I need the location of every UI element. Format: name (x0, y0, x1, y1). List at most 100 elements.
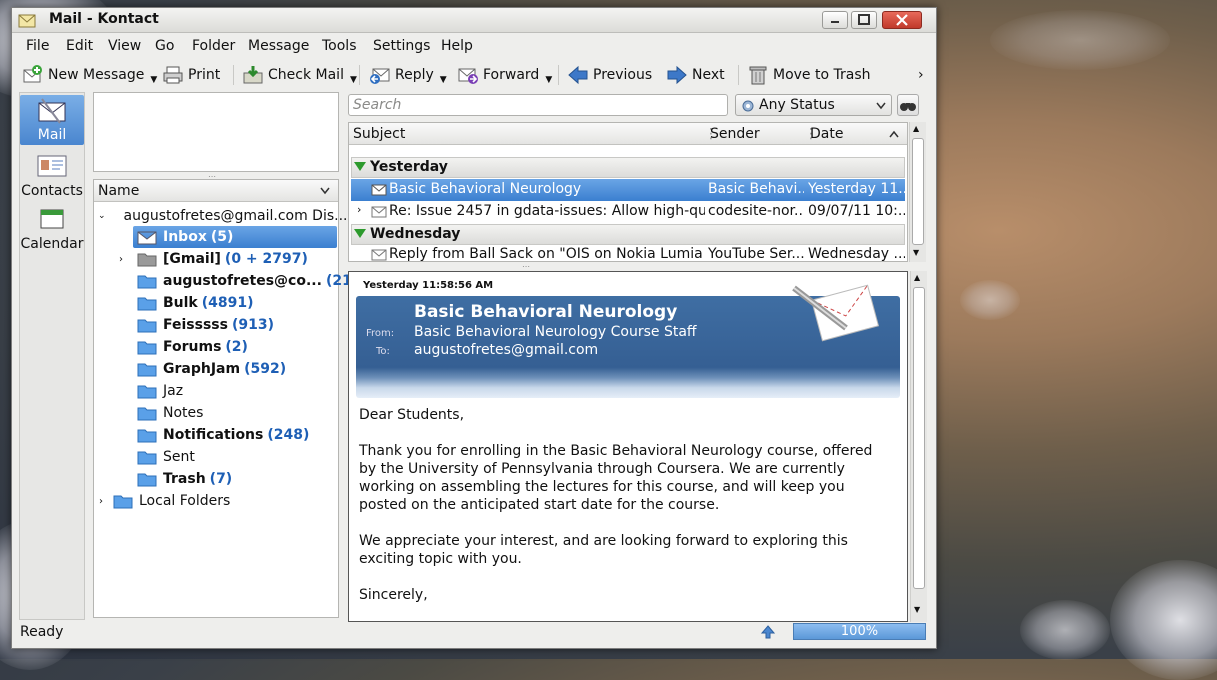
column-date[interactable]: Date (810, 126, 843, 142)
folder-item[interactable]: Jaz (93, 380, 339, 402)
status-text: Ready (20, 624, 64, 640)
toolbar-overflow-button[interactable]: › (918, 63, 924, 87)
search-options-button[interactable] (897, 94, 919, 116)
check-mail-dropdown-icon[interactable]: ▼ (350, 75, 357, 85)
envelope-icon (371, 184, 387, 196)
search-input[interactable]: Search (348, 94, 728, 116)
group-label: Wednesday (370, 226, 461, 242)
folder-item[interactable]: Trash (7) (93, 468, 339, 490)
new-message-dropdown-icon[interactable]: ▼ (150, 75, 157, 85)
maximize-button[interactable] (851, 11, 877, 29)
menu-tools[interactable]: Tools (322, 38, 357, 54)
message-subject: Re: Issue 2457 in gdata-issues: Allow hi… (389, 203, 705, 219)
scroll-up-icon[interactable]: ▲ (914, 273, 920, 282)
folder-unread-count: (0 + 2797) (224, 251, 308, 267)
folder-icon (137, 429, 157, 442)
previous-button[interactable]: Previous (567, 63, 652, 87)
message-sender: YouTube Ser... (708, 246, 804, 262)
title-bar[interactable]: Mail - Kontact (12, 8, 936, 33)
scrollbar-thumb[interactable] (912, 138, 924, 245)
thread-expand-icon[interactable]: › (357, 203, 361, 216)
menu-message[interactable]: Message (248, 38, 309, 54)
next-button[interactable]: Next (666, 63, 725, 87)
collapse-triangle-icon (354, 162, 366, 171)
column-subject[interactable]: Subject (353, 126, 405, 142)
favorite-folders-panel (93, 92, 339, 172)
splitter-handle[interactable]: ⋯ (522, 262, 530, 271)
expand-arrow-icon[interactable]: › (99, 496, 113, 507)
message-row[interactable]: › Re: Issue 2457 in gdata-issues: Allow … (351, 201, 905, 223)
folder-tree-header[interactable]: Name (94, 180, 338, 202)
status-filter-select[interactable]: Any Status (735, 94, 892, 116)
column-sender[interactable]: Sender (710, 126, 760, 142)
folder-icon (137, 407, 157, 420)
folder-unread-count: (913) (231, 317, 274, 333)
folder-item[interactable]: Feisssss (913) (93, 314, 339, 336)
menu-help[interactable]: Help (441, 38, 473, 54)
kontact-app-icon (18, 14, 36, 28)
sidebar-item-contacts[interactable]: Contacts (20, 153, 84, 201)
folder-item-content: Forums (2) (133, 336, 252, 358)
chevron-down-icon (320, 187, 330, 195)
folder-icon (137, 275, 157, 288)
folder-item[interactable]: GraphJam (592) (93, 358, 339, 380)
body-paragraph: We appreciate your interest, and are loo… (359, 533, 848, 567)
menu-file[interactable]: File (26, 38, 49, 54)
folder-item[interactable]: Notes (93, 402, 339, 424)
folder-item[interactable]: Forums (2) (93, 336, 339, 358)
forward-button[interactable]: Forward ▼ (457, 63, 552, 87)
sidebar-item-mail[interactable]: Mail (20, 95, 84, 145)
folder-item[interactable]: › [Gmail] (0 + 2797) (93, 248, 339, 270)
folder-icon (137, 385, 157, 398)
group-yesterday[interactable]: Yesterday (351, 157, 905, 178)
progress-label: 100% (840, 624, 879, 639)
folder-name: Feisssss (163, 317, 228, 333)
folder-item-content: Bulk (4891) (133, 292, 258, 314)
folder-item[interactable]: Sent (93, 446, 339, 468)
message-row[interactable]: Reply from Ball Sack on "OIS on Nokia Lu… (351, 246, 905, 262)
message-row[interactable]: Basic Behavioral Neurology Basic Behavi.… (351, 179, 905, 201)
folder-item[interactable]: Notifications (248) (93, 424, 339, 446)
move-to-trash-label: Move to Trash (773, 67, 871, 83)
scroll-down-icon[interactable]: ▼ (913, 248, 919, 257)
menu-go[interactable]: Go (155, 38, 174, 54)
printer-icon (163, 66, 183, 84)
account-row[interactable]: ⌄ augustofretes@gmail.com Dis... (94, 205, 348, 227)
to-value[interactable]: augustofretes@gmail.com (414, 342, 598, 358)
sidebar-item-calendar[interactable]: Calendar (20, 206, 84, 254)
close-icon (896, 14, 908, 26)
reader-scrollbar[interactable]: ▲ ▼ (910, 271, 927, 622)
close-button[interactable] (882, 11, 922, 29)
scroll-up-icon[interactable]: ▲ (913, 124, 919, 133)
folder-item[interactable]: augustofretes@co... (211) (93, 270, 368, 292)
forward-dropdown-icon[interactable]: ▼ (545, 75, 552, 85)
scrollbar-thumb[interactable] (913, 287, 925, 589)
scroll-down-icon[interactable]: ▼ (914, 605, 920, 614)
new-message-button[interactable]: New Message ▼ (22, 63, 157, 87)
collapse-arrow-icon[interactable]: ⌄ (98, 211, 106, 221)
menu-settings[interactable]: Settings (373, 38, 430, 54)
menu-edit[interactable]: Edit (66, 38, 93, 54)
folder-icon (137, 319, 157, 332)
to-label: To: (376, 346, 390, 357)
from-value[interactable]: Basic Behavioral Neurology Course Staff (414, 324, 697, 340)
print-button[interactable]: Print (162, 63, 220, 87)
local-folders-row[interactable]: › Local Folders (93, 490, 339, 512)
check-mail-icon (243, 66, 263, 84)
folder-item[interactable]: Bulk (4891) (93, 292, 339, 314)
folder-name: Jaz (163, 383, 184, 399)
check-mail-button[interactable]: Check Mail ▼ (242, 63, 357, 87)
minimize-button[interactable] (822, 11, 848, 29)
message-list-scrollbar[interactable]: ▲ ▼ (909, 122, 926, 262)
reply-icon (370, 68, 390, 84)
group-wednesday[interactable]: Wednesday (351, 224, 905, 245)
menu-folder[interactable]: Folder (192, 38, 235, 54)
reply-button[interactable]: Reply ▼ (369, 63, 447, 87)
move-to-trash-button[interactable]: Move to Trash (747, 63, 871, 87)
reply-dropdown-icon[interactable]: ▼ (440, 75, 447, 85)
expand-arrow-icon[interactable]: › (119, 254, 123, 265)
folder-item[interactable]: Inbox (5) (93, 226, 339, 248)
arrow-up-icon[interactable] (760, 624, 776, 640)
print-label: Print (188, 67, 221, 83)
menu-view[interactable]: View (108, 38, 141, 54)
